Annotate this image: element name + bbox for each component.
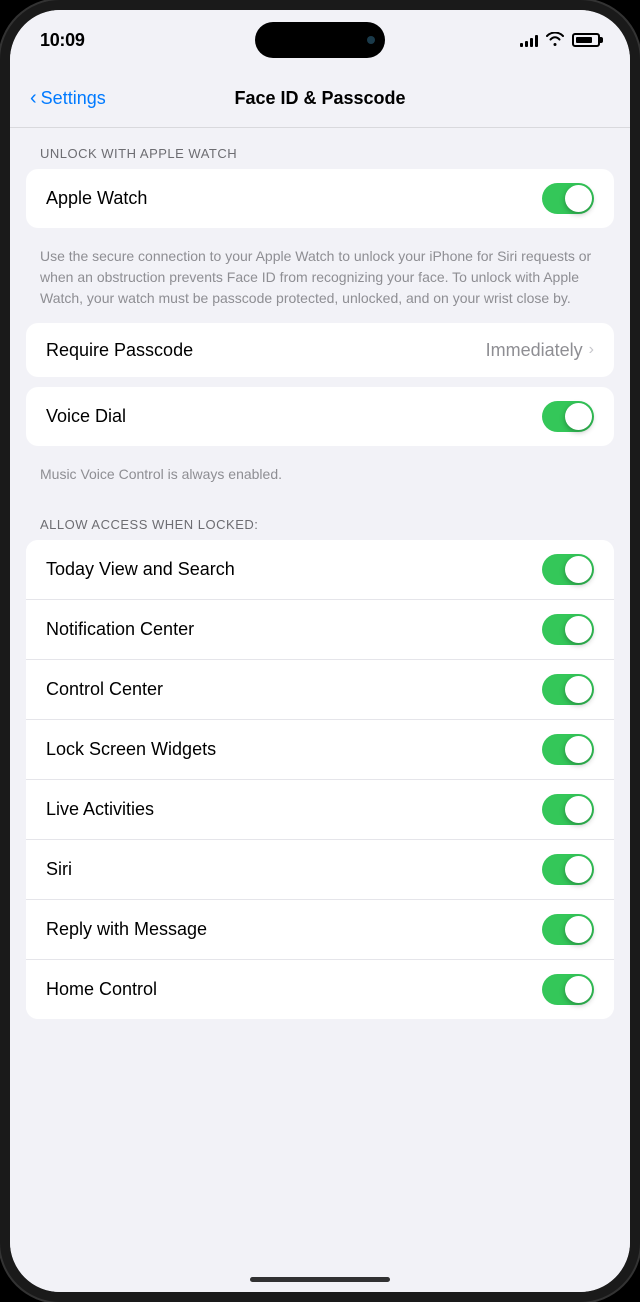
card-allow-access: Today View and Search Notification Cente… [26, 540, 614, 1019]
notification-center-toggle-thumb [565, 616, 592, 643]
voice-dial-toggle-thumb [565, 403, 592, 430]
row-reply-with-message: Reply with Message [26, 900, 614, 960]
signal-icon [520, 33, 538, 47]
card-voice-dial: Voice Dial [26, 387, 614, 446]
reply-with-message-label: Reply with Message [46, 919, 207, 940]
apple-watch-description: Use the secure connection to your Apple … [10, 238, 630, 323]
live-activities-label: Live Activities [46, 799, 154, 820]
row-control-center: Control Center [26, 660, 614, 720]
wifi-icon [546, 32, 564, 49]
today-view-toggle-thumb [565, 556, 592, 583]
dynamic-island-camera-dot [367, 36, 375, 44]
lock-screen-widgets-label: Lock Screen Widgets [46, 739, 216, 760]
row-siri: Siri [26, 840, 614, 900]
page-title: Face ID & Passcode [130, 88, 510, 109]
card-apple-watch: Apple Watch [26, 169, 614, 228]
back-button-label: Settings [41, 88, 106, 109]
row-lock-screen-widgets: Lock Screen Widgets [26, 720, 614, 780]
voice-dial-toggle[interactable] [542, 401, 594, 432]
row-voice-dial: Voice Dial [26, 387, 614, 446]
voice-dial-description: Music Voice Control is always enabled. [10, 456, 630, 499]
live-activities-toggle[interactable] [542, 794, 594, 825]
signal-bar-2 [525, 41, 528, 47]
apple-watch-label: Apple Watch [46, 188, 147, 209]
lock-screen-widgets-toggle[interactable] [542, 734, 594, 765]
row-live-activities: Live Activities [26, 780, 614, 840]
control-center-toggle-thumb [565, 676, 592, 703]
section-header-unlock-apple-watch: UNLOCK WITH APPLE WATCH [10, 128, 630, 169]
notification-center-label: Notification Center [46, 619, 194, 640]
dynamic-island [255, 22, 385, 58]
require-passcode-value: Immediately › [486, 340, 594, 361]
siri-toggle[interactable] [542, 854, 594, 885]
notification-center-toggle[interactable] [542, 614, 594, 645]
row-apple-watch: Apple Watch [26, 169, 614, 228]
nav-bar: ‹ Settings Face ID & Passcode [10, 70, 630, 128]
back-chevron-icon: ‹ [30, 88, 37, 108]
apple-watch-toggle[interactable] [542, 183, 594, 214]
status-icons [520, 32, 600, 49]
signal-bar-1 [520, 43, 523, 47]
signal-bar-4 [535, 35, 538, 47]
card-require-passcode: Require Passcode Immediately › [26, 323, 614, 377]
today-view-label: Today View and Search [46, 559, 235, 580]
require-passcode-value-text: Immediately [486, 340, 583, 361]
signal-bar-3 [530, 38, 533, 47]
siri-toggle-thumb [565, 856, 592, 883]
home-indicator [250, 1277, 390, 1282]
battery-icon [572, 33, 600, 47]
apple-watch-toggle-thumb [565, 185, 592, 212]
row-home-control: Home Control [26, 960, 614, 1019]
require-passcode-chevron-icon: › [589, 341, 594, 359]
status-bar: 10:09 [10, 10, 630, 70]
control-center-label: Control Center [46, 679, 163, 700]
siri-label: Siri [46, 859, 72, 880]
reply-with-message-toggle-thumb [565, 916, 592, 943]
live-activities-toggle-thumb [565, 796, 592, 823]
back-button[interactable]: ‹ Settings [30, 88, 130, 109]
lock-screen-widgets-toggle-thumb [565, 736, 592, 763]
reply-with-message-toggle[interactable] [542, 914, 594, 945]
control-center-toggle[interactable] [542, 674, 594, 705]
today-view-toggle[interactable] [542, 554, 594, 585]
content-scroll[interactable]: UNLOCK WITH APPLE WATCH Apple Watch Use … [10, 128, 630, 1302]
status-time: 10:09 [40, 30, 85, 51]
phone-frame: 10:09 [0, 0, 640, 1302]
row-require-passcode[interactable]: Require Passcode Immediately › [26, 323, 614, 377]
row-notification-center: Notification Center [26, 600, 614, 660]
voice-dial-label: Voice Dial [46, 406, 126, 427]
row-today-view: Today View and Search [26, 540, 614, 600]
require-passcode-label: Require Passcode [46, 340, 193, 361]
home-control-label: Home Control [46, 979, 157, 1000]
home-control-toggle-thumb [565, 976, 592, 1003]
section-header-allow-access: ALLOW ACCESS WHEN LOCKED: [10, 499, 630, 540]
home-control-toggle[interactable] [542, 974, 594, 1005]
